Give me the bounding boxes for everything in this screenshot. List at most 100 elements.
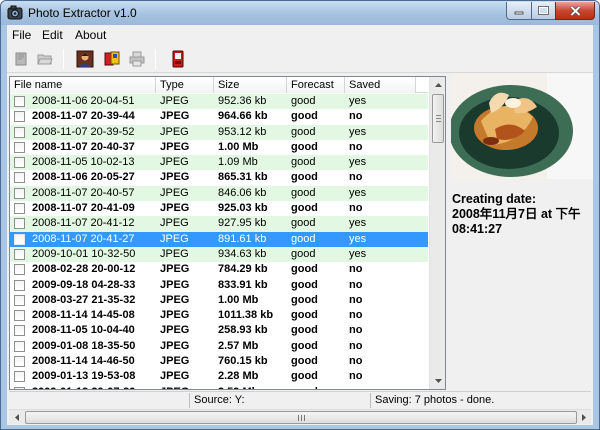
row-checkbox[interactable] [14, 157, 25, 169]
menu-edit[interactable]: Edit [42, 28, 63, 42]
table-row[interactable]: 2008-11-07 20-39-44 JPEG 964.66 kb good no [10, 109, 428, 124]
table-row[interactable]: 2008-11-14 14-45-08 JPEG 1011.38 kb good no [10, 308, 428, 323]
cell-size: 891.61 kb [218, 232, 267, 245]
cell-name: 2009-09-18 04-28-33 [32, 278, 136, 291]
cell-size: 833.91 kb [218, 278, 268, 291]
book-button[interactable] [10, 48, 32, 70]
table-row[interactable]: 2009-01-08 18-35-50 JPEG 2.57 Mb good no [10, 339, 428, 354]
table-row[interactable]: 2008-02-28 20-00-12 JPEG 784.29 kb good no [10, 262, 428, 277]
cell-type: JPEG [160, 309, 190, 322]
cell-forecast: good [291, 217, 316, 230]
row-checkbox[interactable] [14, 310, 25, 322]
horizontal-scroll-thumb[interactable] [25, 411, 577, 424]
scroll-down-button[interactable] [430, 373, 445, 389]
menu-file[interactable]: File [12, 28, 31, 42]
vertical-scrollbar[interactable] [429, 77, 445, 389]
table-row[interactable]: 2008-11-07 20-41-12 JPEG 927.95 kb good yes [10, 216, 428, 232]
list-header: File name Type Size Forecast Saved [10, 77, 428, 93]
column-header-size[interactable]: Size [214, 77, 287, 93]
row-checkbox[interactable] [14, 294, 25, 306]
table-row[interactable]: 2009-10-01 10-32-50 JPEG 934.63 kb good yes [10, 246, 428, 263]
row-checkbox[interactable] [14, 325, 25, 337]
grip-line [436, 115, 441, 116]
column-header-saved[interactable]: Saved [345, 77, 416, 93]
cell-saved: no [349, 324, 363, 337]
cell-name: 2009-01-08 18-35-50 [32, 339, 136, 352]
row-checkbox[interactable] [14, 264, 25, 276]
scroll-left-button[interactable] [9, 410, 24, 425]
table-row[interactable]: 2008-11-07 20-39-52 JPEG 953.12 kb good yes [10, 124, 428, 140]
table-row[interactable]: 2008-11-07 20-40-37 JPEG 1.00 Mb good no [10, 140, 428, 155]
cell-saved: no [349, 355, 363, 368]
row-checkbox[interactable] [14, 126, 25, 138]
vertical-scroll-thumb[interactable] [432, 94, 444, 143]
table-row[interactable]: 2009-01-13 19-53-08 JPEG 2.28 Mb good no [10, 369, 428, 384]
row-checkbox[interactable] [14, 356, 25, 368]
row-checkbox[interactable] [14, 96, 25, 107]
table-row[interactable]: 2008-11-07 20-41-27 JPEG 891.61 kb good yes [10, 231, 428, 247]
cell-type: JPEG [160, 293, 190, 306]
column-header-type[interactable]: Type [156, 77, 214, 93]
cell-saved: no [349, 278, 363, 291]
cell-size: 1.00 Mb [218, 140, 259, 153]
title-bar[interactable]: Photo Extractor v1.0 [1, 1, 599, 25]
maximize-button[interactable] [531, 2, 556, 20]
creation-date-caption: Creating date: 2008年11月7日 at 下午 08:41:27 [452, 192, 592, 237]
minimize-button[interactable] [506, 2, 532, 20]
table-row[interactable]: 2008-11-14 14-46-50 JPEG 760.15 kb good no [10, 354, 428, 369]
row-checkbox[interactable] [14, 233, 25, 245]
table-row[interactable]: 2008-11-06 20-05-27 JPEG 865.31 kb good no [10, 170, 428, 185]
row-checkbox[interactable] [14, 340, 25, 352]
client-area: File Edit About File name Type Size Fore… [7, 25, 593, 425]
extract-photos-button[interactable] [101, 48, 123, 70]
cell-type: JPEG [160, 324, 190, 337]
column-header-forecast[interactable]: Forecast [287, 77, 345, 93]
stop-button[interactable] [167, 48, 189, 70]
table-row[interactable]: 2008-11-07 20-41-09 JPEG 925.03 kb good no [10, 201, 428, 216]
menu-about[interactable]: About [75, 28, 106, 42]
table-row[interactable]: 2008-03-27 21-35-32 JPEG 1.00 Mb good no [10, 293, 428, 308]
table-row[interactable]: 2008-11-05 10-04-40 JPEG 258.93 kb good no [10, 323, 428, 338]
cell-size: 1011.38 kb [218, 309, 274, 322]
cell-name: 2008-11-07 20-41-09 [32, 202, 135, 215]
row-checkbox[interactable] [14, 203, 25, 215]
row-checkbox[interactable] [14, 218, 25, 230]
table-row[interactable]: 2009-09-18 04-28-33 JPEG 833.91 kb good no [10, 278, 428, 293]
close-button[interactable] [555, 2, 595, 20]
printer-button[interactable] [126, 48, 148, 70]
cell-forecast: good [291, 232, 316, 245]
cell-name: 2008-11-14 14-46-50 [32, 355, 135, 368]
row-checkbox[interactable] [14, 248, 25, 260]
table-row[interactable]: 2009-01-13 20-07-30 JPEG 2.59 Mb good no [10, 385, 428, 389]
row-checkbox[interactable] [14, 111, 25, 123]
printer-icon [129, 51, 145, 67]
scroll-up-button[interactable] [430, 77, 445, 93]
horizontal-scrollbar[interactable] [9, 409, 591, 424]
cell-name: 2008-11-05 10-04-40 [32, 324, 135, 337]
portrait-button[interactable] [74, 48, 96, 70]
table-row[interactable]: 2008-11-05 10-02-13 JPEG 1.09 Mb good yes [10, 155, 428, 171]
cell-type: JPEG [160, 140, 190, 153]
row-checkbox[interactable] [14, 172, 25, 184]
row-checkbox[interactable] [14, 371, 25, 383]
photo-list[interactable]: File name Type Size Forecast Saved 2008-… [9, 76, 446, 390]
cell-name: 2008-11-06 20-05-27 [32, 171, 135, 184]
row-checkbox[interactable] [14, 187, 25, 199]
column-header-file-name[interactable]: File name [10, 77, 156, 93]
row-checkbox[interactable] [14, 279, 25, 291]
cell-type: JPEG [160, 247, 189, 260]
cell-saved: yes [349, 232, 367, 245]
arrow-right-icon [581, 414, 586, 421]
grip-line [301, 415, 302, 421]
cell-size: 1.00 Mb [218, 293, 259, 306]
table-row[interactable]: 2008-11-06 20-04-51 JPEG 952.36 kb good yes [10, 94, 428, 110]
open-folder-button[interactable] [34, 48, 56, 70]
scroll-right-button[interactable] [576, 410, 591, 425]
row-checkbox[interactable] [14, 386, 25, 389]
row-checkbox[interactable] [14, 141, 25, 153]
cell-saved: no [349, 263, 363, 276]
cell-size: 846.06 kb [218, 186, 267, 199]
cell-forecast: good [291, 171, 318, 184]
minimize-icon [514, 11, 524, 14]
table-row[interactable]: 2008-11-07 20-40-57 JPEG 846.06 kb good yes [10, 185, 428, 202]
